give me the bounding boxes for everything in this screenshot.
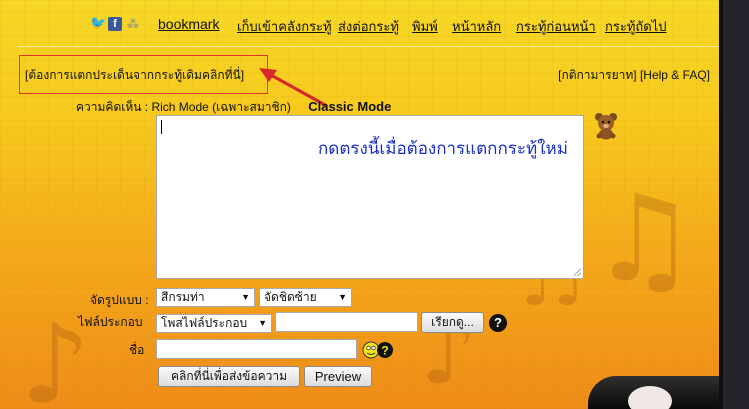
strip-edge (719, 0, 723, 409)
divider (18, 46, 718, 47)
attachment-type-value: โพสไฟล์ประกอบ (161, 316, 248, 330)
attach-label: ไฟล์ประกอบ (78, 315, 143, 329)
submit-button[interactable]: คลิกที่นี่เพื่อส่งข้อความ (158, 366, 300, 387)
file-path-input[interactable] (275, 312, 418, 332)
facebook-icon[interactable]: f (108, 17, 122, 31)
align-select-value: จัดชิดซ้าย (264, 290, 317, 304)
format-label: จัดรูปแบบ : (90, 293, 149, 307)
previous-topic-link[interactable]: กระทู้ก่อนหน้า (516, 16, 596, 37)
twitter-icon[interactable]: 🐦 (90, 17, 106, 31)
music-note-decoration: ♫ (590, 170, 698, 309)
print-link[interactable]: พิมพ์ (412, 16, 438, 37)
chevron-down-icon: ▼ (258, 318, 267, 328)
align-select[interactable]: จัดชิดซ้าย ▼ (259, 288, 352, 307)
top-navigation: 🐦 f ⁂ bookmark เก็บเข้าคลังกระทู้ ส่งต่อ… (88, 16, 708, 36)
branch-topic-link[interactable]: [ต้องการแตกประเด็นจากกระทู้เดิมคลิกที่นี… (25, 66, 244, 85)
svg-text:?: ? (381, 344, 388, 358)
rules-help-links[interactable]: [กติกามารยาท] [Help & FAQ] (558, 66, 710, 85)
comment-mode-label[interactable]: ความคิดเห็น : Rich Mode (เฉพาะสมาชิก) (76, 100, 291, 114)
photo-face (628, 386, 672, 409)
forward-topic-link[interactable]: ส่งต่อกระทู้ (338, 16, 399, 37)
annotation-text: กดตรงนี้เมื่อต้องการแตกกระทู้ใหม่ (318, 139, 568, 159)
profile-photo (588, 376, 719, 409)
classic-mode-toggle[interactable]: Classic Mode (308, 99, 391, 114)
reply-form-panel: ♫ ♪ ♪ ♬ 🐦 f ⁂ bookmark เก็บเข้าคลังกระทู… (0, 0, 719, 409)
color-select-value: สีกรมท่า (161, 290, 205, 304)
emoticon-help-icon[interactable]: ? (362, 341, 394, 359)
share-icon[interactable]: ⁂ (126, 17, 140, 31)
next-topic-link[interactable]: กระทู้ถัดไป (605, 16, 667, 37)
browse-button[interactable]: เรียกดู... (421, 312, 484, 333)
emoticon-bear-icon[interactable] (593, 112, 619, 140)
chevron-down-icon: ▼ (241, 292, 250, 302)
name-input[interactable] (156, 339, 357, 359)
name-label: ชื่อ (129, 343, 145, 357)
color-select[interactable]: สีกรมท่า ▼ (156, 288, 255, 307)
bookmark-link[interactable]: bookmark (158, 16, 219, 32)
help-icon[interactable]: ? (489, 314, 507, 332)
page-side-strip (719, 0, 749, 409)
attachment-type-select[interactable]: โพสไฟล์ประกอบ ▼ (156, 314, 272, 333)
chevron-down-icon: ▼ (338, 292, 347, 302)
preview-button[interactable]: Preview (304, 366, 372, 387)
home-link[interactable]: หน้าหลัก (452, 16, 501, 37)
save-to-archive-link[interactable]: เก็บเข้าคลังกระทู้ (237, 16, 332, 37)
text-caret (161, 120, 162, 134)
resize-grip[interactable] (573, 268, 581, 276)
